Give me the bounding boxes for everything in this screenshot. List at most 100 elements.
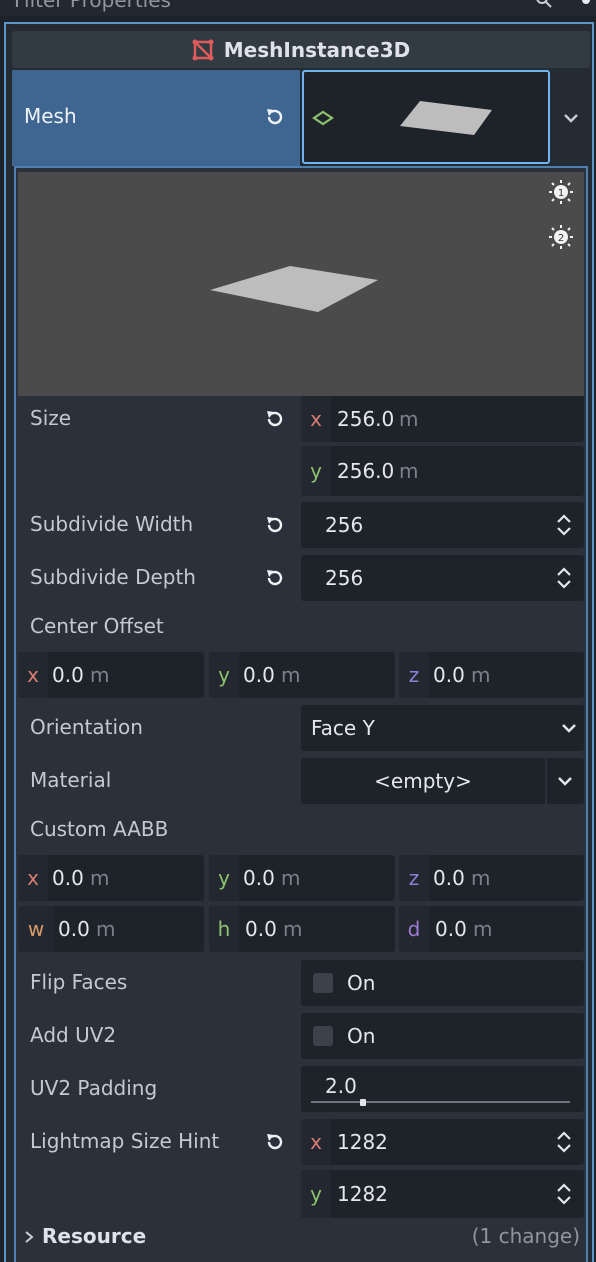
aabb-d-value: 0.0 [435, 917, 467, 941]
light-1-toggle-icon[interactable]: 1 [549, 180, 573, 204]
axis-z-label: z [399, 855, 429, 901]
center-offset-label: Center Offset [30, 614, 164, 638]
lightmap-y-field[interactable]: y 1282 [301, 1170, 584, 1218]
spinner-arrows-icon[interactable] [554, 1128, 574, 1156]
axis-y-label: y [209, 652, 239, 698]
axis-x-label: x [18, 855, 48, 901]
size-label: Size [30, 406, 72, 430]
search-icon [536, 0, 552, 8]
orientation-value: Face Y [311, 716, 375, 740]
center-offset-z-field[interactable]: z 0.0 m [399, 652, 584, 698]
uv2-padding-value: 2.0 [325, 1074, 357, 1098]
chevron-down-icon [564, 114, 578, 123]
axis-d-label: d [399, 906, 429, 952]
light-2-toggle-icon[interactable]: 2 [549, 225, 573, 249]
subdivide-width-value: 256 [325, 513, 364, 537]
subdivide-depth-label: Subdivide Depth [30, 565, 196, 589]
resource-section-label: Resource [42, 1224, 147, 1248]
flip-faces-toggle[interactable]: On [301, 960, 584, 1006]
lightmap-size-hint-label: Lightmap Size Hint [30, 1129, 220, 1153]
aabb-x-unit: m [90, 866, 110, 890]
spinner-arrows-icon[interactable] [554, 511, 574, 539]
aabb-w-field[interactable]: w 0.0 m [18, 906, 204, 952]
mesh-preview[interactable]: 1 2 [18, 172, 584, 396]
aabb-h-value: 0.0 [245, 917, 277, 941]
flip-faces-on-label: On [347, 971, 376, 995]
center-offset-x-value: 0.0 [52, 663, 84, 687]
axis-x-label: x [301, 396, 331, 442]
material-resource-picker[interactable]: <empty> [301, 758, 545, 804]
aabb-x-field[interactable]: x 0.0 m [18, 855, 204, 901]
mesh-dropdown-button[interactable] [552, 70, 590, 166]
menu-dots-icon[interactable] [582, 0, 590, 4]
center-offset-x-field[interactable]: x 0.0 m [18, 652, 204, 698]
spinner-arrows-icon[interactable] [554, 1180, 574, 1208]
chevron-down-icon [562, 724, 576, 733]
uv2-padding-label: UV2 Padding [30, 1076, 158, 1100]
slider-track[interactable] [311, 1101, 570, 1103]
center-offset-y-unit: m [281, 663, 301, 687]
filter-input[interactable]: Filter Properties [14, 0, 171, 12]
subdivide-width-label: Subdivide Width [30, 512, 194, 536]
aabb-w-unit: m [96, 917, 116, 941]
plane-mesh-icon [312, 110, 334, 126]
axis-y-label: y [301, 446, 331, 496]
spinner-arrows-icon[interactable] [554, 564, 574, 592]
lightmap-revert-icon[interactable] [264, 1131, 286, 1153]
lightmap-x-field[interactable]: x 1282 [301, 1119, 584, 1165]
aabb-d-field[interactable]: d 0.0 m [399, 906, 584, 952]
slider-grabber[interactable] [359, 1099, 366, 1106]
subdivide-width-field[interactable]: 256 [301, 502, 584, 548]
flip-faces-label: Flip Faces [30, 970, 128, 994]
aabb-x-value: 0.0 [52, 866, 84, 890]
add-uv2-toggle[interactable]: On [301, 1013, 584, 1059]
resource-section-header[interactable]: Resource (1 change) [18, 1220, 584, 1254]
chevron-right-icon [25, 1231, 34, 1243]
aabb-z-value: 0.0 [433, 866, 465, 890]
mesh-label: Mesh [24, 104, 77, 128]
material-label: Material [30, 768, 112, 792]
revert-icon[interactable] [264, 106, 286, 128]
resource-change-count: (1 change) [471, 1224, 580, 1248]
add-uv2-on-label: On [347, 1024, 376, 1048]
size-x-value: 256.0 [337, 407, 395, 431]
center-offset-z-unit: m [471, 663, 491, 687]
filter-properties-bar[interactable]: Filter Properties [0, 0, 596, 16]
plane-preview [210, 266, 378, 312]
aabb-y-field[interactable]: y 0.0 m [209, 855, 395, 901]
subdivide-depth-field[interactable]: 256 [301, 555, 584, 601]
orientation-label: Orientation [30, 715, 143, 739]
size-x-unit: m [399, 407, 419, 431]
size-revert-icon[interactable] [264, 408, 286, 430]
mesh-property-row[interactable]: Mesh [12, 70, 300, 166]
uv2-padding-slider[interactable]: 2.0 [301, 1066, 584, 1112]
size-x-field[interactable]: x 256.0 m [301, 396, 584, 442]
aabb-y-unit: m [281, 866, 301, 890]
axis-x-label: x [18, 652, 48, 698]
orientation-dropdown[interactable]: Face Y [301, 705, 584, 751]
aabb-d-unit: m [473, 917, 493, 941]
subdivide-depth-revert-icon[interactable] [264, 567, 286, 589]
aabb-y-value: 0.0 [243, 866, 275, 890]
add-uv2-label: Add UV2 [30, 1023, 117, 1047]
chevron-down-icon [558, 777, 572, 786]
size-y-value: 256.0 [337, 459, 395, 483]
mesh-thumbnail [400, 101, 492, 135]
aabb-z-unit: m [471, 866, 491, 890]
svg-text:2: 2 [558, 233, 564, 244]
aabb-h-field[interactable]: h 0.0 m [209, 906, 395, 952]
aabb-h-unit: m [283, 917, 303, 941]
center-offset-y-field[interactable]: y 0.0 m [209, 652, 395, 698]
mesh-resource-picker[interactable] [302, 70, 550, 164]
aabb-z-field[interactable]: z 0.0 m [399, 855, 584, 901]
node-header: MeshInstance3D [12, 31, 590, 68]
size-y-field[interactable]: y 256.0 m [301, 446, 584, 496]
checkbox-unchecked[interactable] [313, 1026, 333, 1046]
size-y-unit: m [399, 459, 419, 483]
lightmap-x-value: 1282 [337, 1130, 388, 1154]
checkbox-unchecked[interactable] [313, 973, 333, 993]
material-dropdown-button[interactable] [547, 758, 584, 804]
lightmap-y-value: 1282 [337, 1182, 388, 1206]
node-title: MeshInstance3D [223, 37, 411, 62]
subdivide-width-revert-icon[interactable] [264, 514, 286, 536]
